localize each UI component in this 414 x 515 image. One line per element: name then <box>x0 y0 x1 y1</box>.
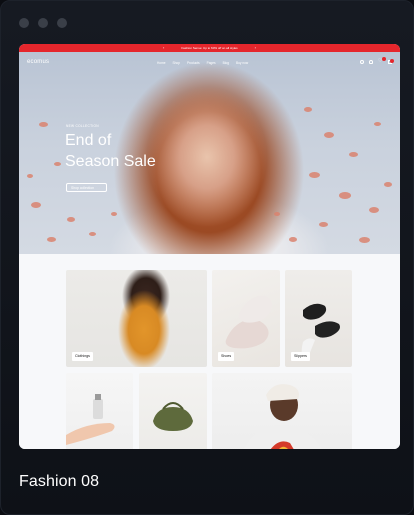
heart-icon[interactable]: ♡ <box>378 57 386 64</box>
hero-headline-line-1: End of <box>65 132 112 149</box>
menu-item-products[interactable]: Products <box>187 61 200 65</box>
window-dot-minimize <box>38 18 48 28</box>
site-logo[interactable]: ecomus <box>27 59 49 65</box>
category-tile-slippers[interactable]: Slippers <box>285 270 352 367</box>
hero-headline: End of Season Sale <box>65 130 175 172</box>
hero-eyebrow: NEW COLLECTION <box>66 124 99 128</box>
handbag-image <box>153 402 193 431</box>
search-icon[interactable] <box>360 59 364 64</box>
product-tile-bag[interactable] <box>139 373 207 449</box>
window-controls <box>19 18 67 28</box>
category-label-slippers[interactable]: Slippers <box>291 352 310 361</box>
product-tile-serum[interactable] <box>66 373 133 449</box>
header-icons: ♡ <box>360 57 394 64</box>
promo-tile-man-cap[interactable] <box>212 373 352 449</box>
announcement-prev-icon[interactable]: ‹ <box>163 44 164 52</box>
serum-bottle-image <box>66 394 115 445</box>
menu-item-buy-now[interactable]: Buy now <box>236 61 248 65</box>
category-label-shoes[interactable]: Shoes <box>218 352 235 361</box>
menu-item-home[interactable]: Home <box>157 61 166 65</box>
cart-count-badge <box>390 58 394 63</box>
wishlist-count-badge <box>382 57 386 61</box>
template-title[interactable]: Fashion 08 <box>19 473 99 491</box>
shop-collection-button[interactable]: Shop collection <box>66 183 107 192</box>
menu-item-pages[interactable]: Pages <box>207 61 216 65</box>
window-dot-maximize <box>57 18 67 28</box>
category-tile-shoes[interactable]: Shoes <box>212 270 280 367</box>
announcement-bar: ‹ Fashion Sense: Up to 60% off on all st… <box>19 44 400 52</box>
hero-banner: ecomus Home Shop Products Pages Blog Buy… <box>19 52 400 254</box>
site-preview[interactable]: ‹ Fashion Sense: Up to 60% off on all st… <box>19 44 400 449</box>
category-grid: Clothings Shoes Slippers <box>19 254 400 449</box>
bag-icon[interactable] <box>388 58 394 64</box>
category-label-clothings[interactable]: Clothings <box>72 352 93 361</box>
announcement-next-icon[interactable]: › <box>255 44 256 52</box>
main-menu: Home Shop Products Pages Blog Buy now <box>157 61 248 65</box>
user-icon[interactable] <box>369 59 373 64</box>
man-with-cap-image <box>243 384 322 449</box>
window-dot-close <box>19 18 29 28</box>
template-card[interactable]: ‹ Fashion Sense: Up to 60% off on all st… <box>0 0 414 515</box>
menu-item-shop[interactable]: Shop <box>173 61 180 65</box>
announcement-text: Fashion Sense: Up to 60% off on all styl… <box>181 46 238 50</box>
hero-headline-line-2: Season Sale <box>65 153 156 170</box>
menu-item-blog[interactable]: Blog <box>223 61 229 65</box>
site-navbar: ecomus Home Shop Products Pages Blog Buy… <box>19 52 400 74</box>
category-tile-clothings[interactable]: Clothings <box>66 270 207 367</box>
